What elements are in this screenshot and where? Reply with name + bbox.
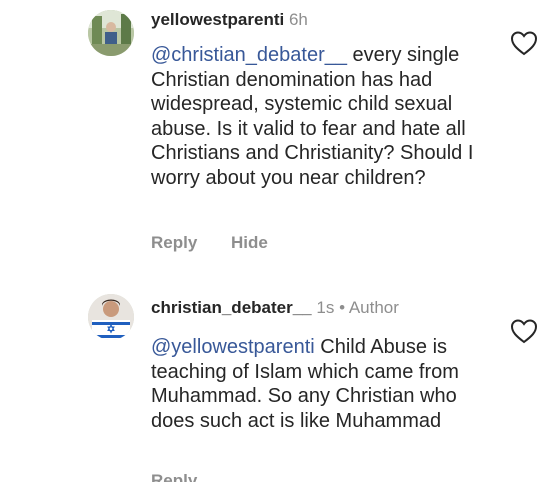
reply-button[interactable]: Reply [151,233,197,252]
comment-actions: Reply [151,471,226,482]
mention-link[interactable]: @yellowestparenti [151,336,315,358]
avatar[interactable] [88,10,134,56]
profile-photo-icon [88,10,134,56]
comment-text: @christian_debater__ every single Christ… [151,43,496,190]
heart-outline-icon [510,31,538,56]
heart-outline-icon [510,319,538,344]
author-badge: Author [348,298,399,317]
username[interactable]: yellowestparenti [151,10,284,29]
comment-text: @yellowestparenti Child Abuse is teachin… [151,335,496,433]
like-button[interactable] [510,318,538,344]
separator-dot: • [339,298,346,317]
comments-thread: yellowestparenti 6h @christian_debater__… [0,0,560,482]
avatar[interactable] [88,294,134,340]
reply-button[interactable]: Reply [151,471,197,482]
comment-header: christian_debater__ 1s • Author [151,297,399,319]
like-button[interactable] [510,30,538,56]
comment-header: yellowestparenti 6h [151,9,308,31]
comment-actions: Reply Hide [151,233,297,253]
mention-link[interactable]: @christian_debater__ [151,44,347,66]
timestamp: 6h [288,10,308,29]
username[interactable]: christian_debater__ [151,298,312,317]
timestamp: 1s [316,298,335,317]
hide-button[interactable]: Hide [231,233,268,252]
profile-photo-israel-flag-icon [88,294,134,340]
